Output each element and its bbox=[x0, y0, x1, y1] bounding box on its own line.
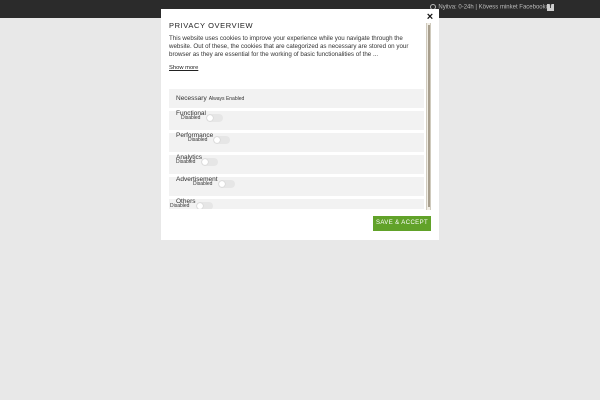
toggle-knob bbox=[202, 159, 208, 165]
toggle-switch[interactable] bbox=[196, 202, 213, 209]
toggle-switch[interactable] bbox=[218, 180, 235, 188]
privacy-modal: PRIVACY OVERVIEW This website uses cooki… bbox=[161, 9, 439, 240]
toggle-knob bbox=[207, 115, 213, 121]
category-status: Disabled bbox=[176, 159, 196, 165]
category-status: Disabled bbox=[193, 181, 213, 187]
save-accept-button[interactable]: SAVE & ACCEPT bbox=[373, 216, 431, 231]
always-enabled-label: Always Enabled bbox=[208, 96, 245, 102]
toggle-switch[interactable] bbox=[206, 114, 223, 122]
category-status: Disabled bbox=[188, 137, 208, 143]
category-functional[interactable]: Functional Disabled bbox=[169, 110, 424, 130]
modal-scrollbar[interactable] bbox=[426, 23, 431, 210]
category-status: Disabled bbox=[170, 203, 190, 209]
toggle-knob bbox=[214, 137, 220, 143]
show-more-link[interactable]: Show more bbox=[169, 65, 198, 71]
category-label: Necessary Always Enabled bbox=[176, 95, 245, 102]
modal-description: This website uses cookies to improve you… bbox=[169, 35, 409, 58]
category-performance[interactable]: Performance Disabled bbox=[169, 132, 424, 152]
close-icon[interactable]: × bbox=[425, 12, 435, 23]
toggle-knob bbox=[219, 181, 225, 187]
category-advertisement[interactable]: Advertisement Disabled bbox=[169, 176, 424, 196]
toggle-switch[interactable] bbox=[213, 136, 230, 144]
modal-scroll-area: PRIVACY OVERVIEW This website uses cooki… bbox=[161, 9, 431, 209]
category-others[interactable]: Others Disabled bbox=[169, 198, 424, 209]
scrollbar-thumb[interactable] bbox=[428, 25, 430, 207]
modal-title: PRIVACY OVERVIEW bbox=[169, 21, 254, 30]
category-necessary[interactable]: Necessary Always Enabled bbox=[169, 89, 424, 108]
category-analytics[interactable]: Analytics Disabled bbox=[169, 154, 424, 174]
category-status: Disabled bbox=[181, 115, 201, 121]
toggle-switch[interactable] bbox=[201, 158, 218, 166]
toggle-knob bbox=[197, 203, 203, 209]
